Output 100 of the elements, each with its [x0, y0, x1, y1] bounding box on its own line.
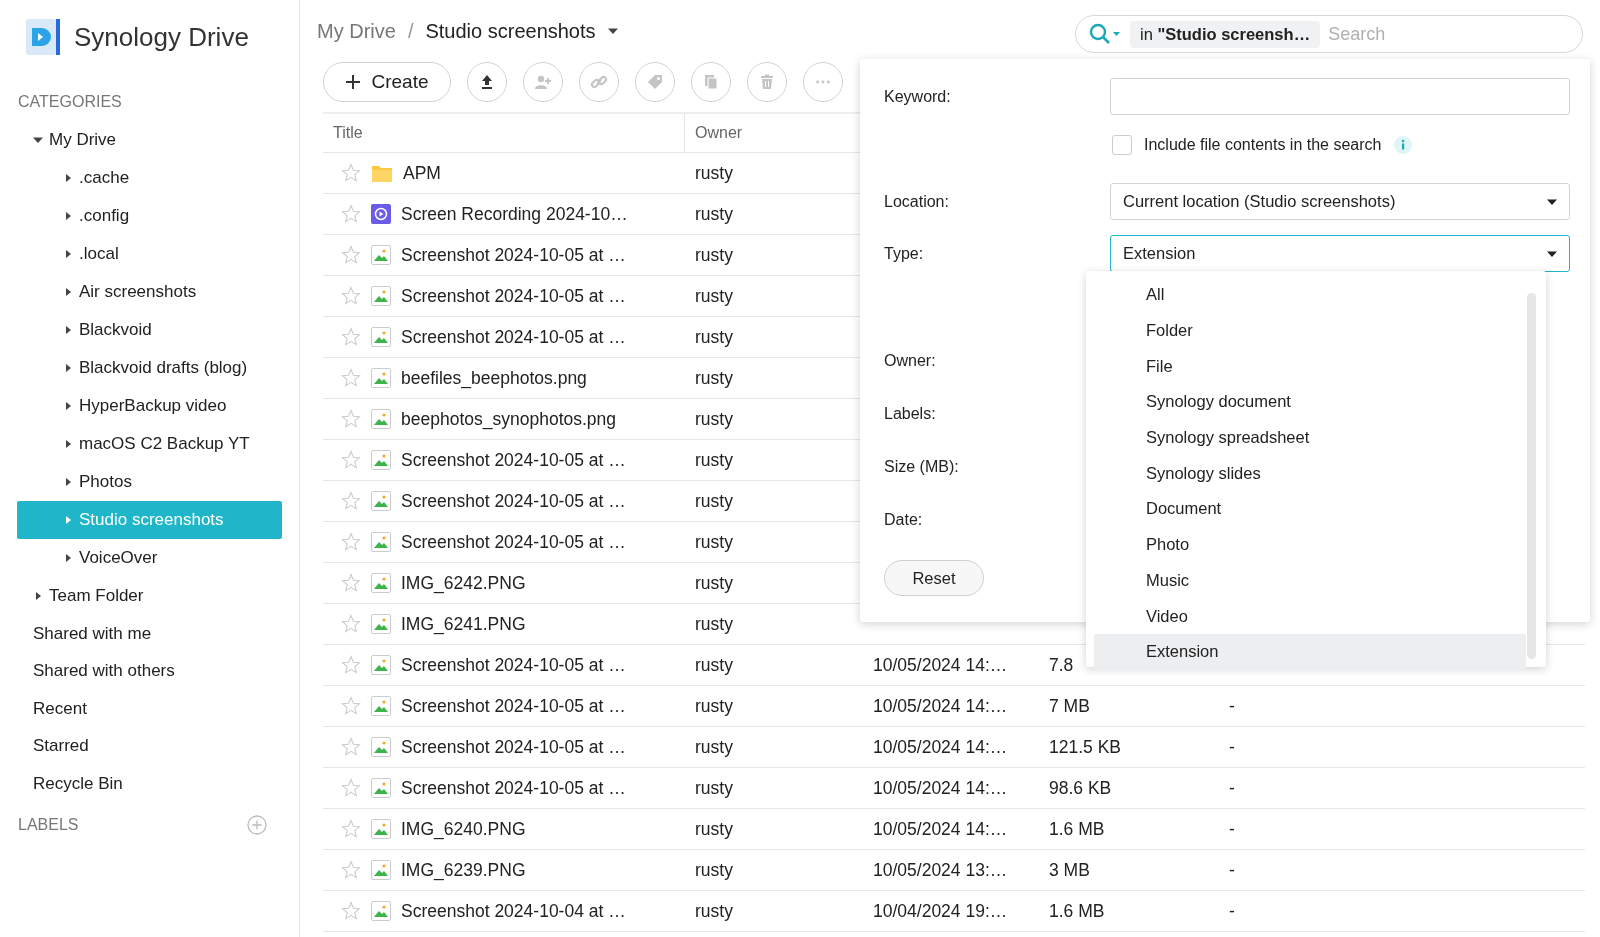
image-file-icon — [371, 696, 391, 716]
sidebar-item[interactable]: .cache — [17, 159, 282, 197]
sidebar-item[interactable]: Shared with others — [33, 661, 175, 682]
dropdown-option[interactable]: File — [1094, 348, 1526, 385]
star-icon[interactable] — [341, 491, 361, 511]
caret-icon[interactable] — [63, 211, 73, 221]
file-name[interactable]: Screenshot 2024-10-05 at … — [401, 244, 626, 266]
sidebar-item[interactable]: HyperBackup video — [17, 387, 282, 425]
image-file-icon — [371, 327, 391, 347]
file-name[interactable]: Screenshot 2024-10-05 at … — [401, 490, 626, 512]
file-name[interactable]: Screenshot 2024-10-05 at … — [401, 285, 626, 307]
file-name[interactable]: IMG_6241.PNG — [401, 613, 526, 635]
add-label-icon[interactable] — [247, 814, 267, 835]
star-icon[interactable] — [341, 614, 361, 634]
file-name[interactable]: IMG_6240.PNG — [401, 818, 526, 840]
sidebar-item[interactable]: VoiceOver — [17, 539, 282, 577]
checkbox[interactable] — [1112, 135, 1132, 155]
sidebar-item[interactable]: Air screenshots — [17, 273, 282, 311]
file-name[interactable]: Screenshot 2024-10-05 at … — [401, 326, 626, 348]
file-name[interactable]: IMG_6242.PNG — [401, 572, 526, 594]
sidebar-item[interactable]: Shared with me — [33, 623, 152, 644]
star-icon[interactable] — [341, 696, 361, 716]
star-icon[interactable] — [341, 819, 361, 839]
dropdown-option[interactable]: All — [1094, 277, 1526, 313]
star-icon[interactable] — [341, 778, 361, 798]
sidebar-item[interactable]: Blackvoid — [17, 311, 282, 349]
sidebar-item[interactable]: Photos — [17, 463, 282, 501]
search-icon[interactable] — [1088, 22, 1122, 46]
column-header[interactable]: Title — [323, 124, 684, 142]
caret-icon[interactable] — [33, 135, 43, 145]
sidebar-item[interactable]: Blackvoid drafts (blog) — [17, 349, 282, 387]
star-icon[interactable] — [341, 245, 361, 265]
file-name[interactable]: Screenshot 2024-10-05 at … — [401, 531, 626, 553]
search-scope-chip[interactable]: in "Studio screensh… — [1130, 20, 1321, 48]
info-icon[interactable] — [1393, 135, 1414, 155]
table-cell: - — [1229, 777, 1235, 798]
star-icon[interactable] — [341, 204, 361, 224]
file-name[interactable]: Screenshot 2024-10-05 at … — [401, 777, 626, 799]
star-icon[interactable] — [341, 901, 361, 921]
caret-icon[interactable] — [63, 249, 73, 259]
file-name[interactable]: Screenshot 2024-10-05 at … — [401, 736, 626, 758]
file-name[interactable]: beefiles_beephotos.png — [401, 367, 587, 389]
sidebar-item[interactable]: .config — [17, 197, 282, 235]
caret-icon[interactable] — [63, 553, 73, 563]
sidebar-item[interactable]: My Drive — [17, 121, 282, 159]
upload-button[interactable] — [467, 62, 507, 102]
caret-icon[interactable] — [33, 591, 43, 601]
star-icon[interactable] — [341, 737, 361, 757]
folder-icon — [371, 163, 393, 183]
sidebar-item[interactable]: Team Folder — [17, 577, 282, 615]
file-name[interactable]: Screenshot 2024-10-04 at … — [401, 900, 626, 922]
star-icon[interactable] — [341, 450, 361, 470]
create-button[interactable]: Create — [323, 62, 451, 102]
breadcrumb-current[interactable]: Studio screenshots — [425, 19, 596, 43]
caret-icon[interactable] — [63, 287, 73, 297]
dropdown-option[interactable]: Synology document — [1094, 384, 1526, 420]
star-icon[interactable] — [341, 163, 361, 183]
image-file-icon — [371, 491, 391, 511]
star-icon[interactable] — [341, 860, 361, 880]
dropdown-option[interactable]: Synology slides — [1094, 455, 1526, 492]
star-icon[interactable] — [341, 655, 361, 675]
caret-icon[interactable] — [63, 325, 73, 335]
caret-icon[interactable] — [63, 173, 73, 183]
breadcrumb-link[interactable]: My Drive — [317, 19, 396, 43]
image-file-icon — [371, 286, 391, 306]
dropdown-option[interactable]: Music — [1094, 562, 1526, 599]
star-icon[interactable] — [341, 532, 361, 552]
star-icon[interactable] — [341, 286, 361, 306]
star-icon[interactable] — [341, 573, 361, 593]
sidebar-item[interactable]: .local — [17, 235, 282, 273]
star-icon[interactable] — [341, 368, 361, 388]
file-name[interactable]: IMG_6239.PNG — [401, 859, 526, 881]
dropdown-option[interactable]: Synology spreadsheet — [1094, 419, 1526, 456]
dropdown-option[interactable]: Extension — [1094, 633, 1526, 670]
caret-icon[interactable] — [607, 26, 618, 36]
sidebar-item[interactable]: Recycle Bin — [33, 773, 123, 794]
file-name[interactable]: Screenshot 2024-10-05 at … — [401, 654, 626, 676]
dropdown-option[interactable]: Document — [1094, 491, 1526, 527]
sidebar-item[interactable]: Recent — [33, 698, 87, 719]
caret-icon[interactable] — [63, 477, 73, 487]
caret-icon[interactable] — [63, 401, 73, 411]
caret-icon[interactable] — [63, 439, 73, 449]
location-dropdown[interactable]: Current location (Studio screenshots) — [1110, 183, 1570, 220]
file-name[interactable]: Screen Recording 2024-10… — [401, 203, 628, 225]
section-heading: LABELS — [18, 815, 79, 834]
star-icon[interactable] — [341, 327, 361, 347]
file-name[interactable]: beephotos_synophotos.png — [401, 408, 617, 430]
file-name[interactable]: Screenshot 2024-10-05 at … — [401, 449, 626, 471]
scrollbar[interactable] — [1527, 293, 1536, 659]
file-name[interactable]: Screenshot 2024-10-05 at … — [401, 695, 626, 717]
sidebar-item[interactable]: Starred — [33, 736, 89, 757]
dropdown-option[interactable]: Video — [1094, 598, 1526, 634]
reset-button[interactable]: Reset — [884, 560, 984, 596]
keyword-field[interactable] — [1110, 78, 1570, 115]
sidebar-item[interactable]: macOS C2 Backup YT — [17, 425, 282, 463]
dropdown-option[interactable]: Photo — [1094, 526, 1526, 563]
file-name[interactable]: APM — [403, 162, 441, 184]
star-icon[interactable] — [341, 409, 361, 429]
caret-icon[interactable] — [63, 363, 73, 373]
dropdown-option[interactable]: Folder — [1094, 312, 1526, 349]
